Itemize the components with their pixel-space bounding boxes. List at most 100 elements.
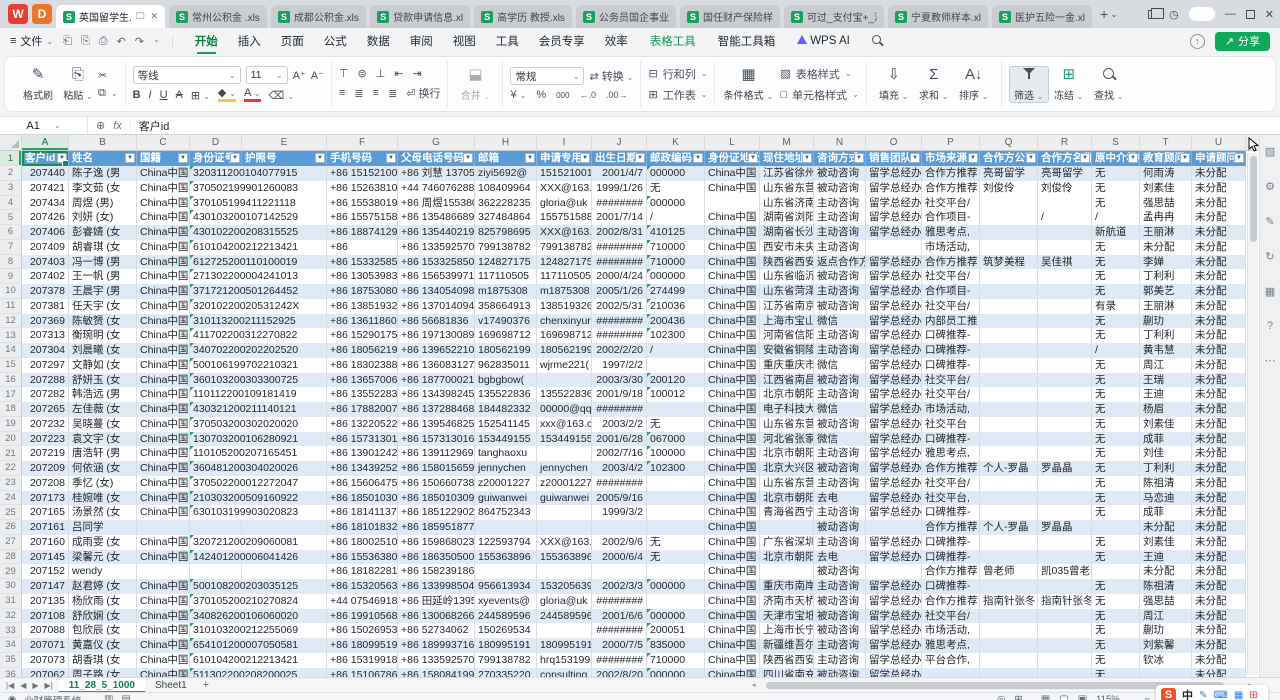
filter-dropdown-icon[interactable]: ▼ [910,153,920,163]
row-number[interactable]: 14 [0,343,22,358]
cell-S22[interactable]: 无 [1092,461,1140,476]
cell-G18[interactable]: +86 1372884680 [398,402,475,417]
header-cell-B[interactable]: 姓名▼ [69,151,137,166]
cell-R13[interactable] [1038,328,1092,343]
cell-C28[interactable]: China中国 [137,550,190,565]
cell-L10[interactable]: China中国 [705,284,760,299]
column-header-L[interactable]: L [705,135,760,150]
cell-A31[interactable]: 207135 [22,594,69,609]
cell-F11[interactable]: +86 13851932 [327,299,398,314]
undo-icon[interactable]: ↶ [117,35,126,48]
cell-N17[interactable]: 主动咨询 [814,387,866,402]
conditional-format-button[interactable]: ▦条件格式 ⌄ [722,67,774,102]
align-right-icon[interactable]: ≡ [373,87,379,99]
cell-R14[interactable] [1038,343,1092,358]
cell-Q20[interactable] [980,432,1038,447]
cell-D5[interactable]: 430103200107142529 [190,210,242,225]
cell-K15[interactable] [647,358,705,373]
header-cell-N[interactable]: 咨询方式▼ [814,151,866,166]
cell-Q33[interactable] [980,623,1038,638]
cell-H16[interactable]: bgbgbow( [475,373,537,388]
cell-I24[interactable]: guiwanwei [537,491,592,506]
cell-A15[interactable]: 207297 [22,358,69,373]
row-number[interactable]: 25 [0,505,22,520]
cell-A26[interactable]: 207161 [22,520,69,535]
cell-R33[interactable] [1038,623,1092,638]
save-icon[interactable]: ⎗ [63,35,72,48]
cell-I17[interactable]: 135522836 [537,387,592,402]
zoom-out-button[interactable]: − [1144,694,1150,700]
cell-T35[interactable]: 钦冰 [1140,653,1192,668]
cell-L28[interactable]: China中国 [705,550,760,565]
cell-I35[interactable]: hrq153199 [537,653,592,668]
cell-I13[interactable]: 169698712 [537,328,592,343]
cell-C7[interactable]: China中国 [137,240,190,255]
filter-dropdown-icon[interactable]: ▼ [1080,153,1090,163]
cell-T22[interactable]: 丁利利 [1140,461,1192,476]
cell-H33[interactable]: 150269534 [475,623,537,638]
cell-T9[interactable]: 丁利利 [1140,269,1192,284]
cell-J21[interactable]: 2002/7/16 [592,446,647,461]
cell-H24[interactable]: guiwanwei [475,491,537,506]
cell-L17[interactable]: China中国 [705,387,760,402]
cell-D30[interactable]: 500108200203035125 [190,579,242,594]
cell-H26[interactable] [475,520,537,535]
cell-M21[interactable]: 北京市朝阳 [760,446,814,461]
header-cell-K[interactable]: 邮政编码▼ [647,151,705,166]
row-number[interactable]: 9 [0,269,22,284]
cell-P26[interactable]: 合作方推荐 [922,520,980,535]
cell-B8[interactable]: 冯一博 (男 [69,255,137,270]
cell-U2[interactable]: 未分配 [1192,166,1246,181]
cell-U34[interactable]: 未分配 [1192,638,1246,653]
minimize-button[interactable]: — [1225,8,1236,20]
cell-M22[interactable]: 北京大兴区 [760,461,814,476]
cell-G23[interactable]: +86 1506607386 [398,476,475,491]
cell-C22[interactable]: China中国 [137,461,190,476]
cell-P12[interactable]: 内部员工推 [922,314,980,329]
cell-C8[interactable]: China中国 [137,255,190,270]
cell-N15[interactable]: 微信 [814,358,866,373]
filter-dropdown-icon[interactable]: ▼ [1180,153,1190,163]
cell-J4[interactable]: ######## [592,196,647,211]
cell-F6[interactable]: +86 18874129 [327,225,398,240]
cell-U4[interactable]: 未分配 [1192,196,1246,211]
cell-F12[interactable]: +86 13611860 [327,314,398,329]
cell-P33[interactable]: 市场活动, [922,623,980,638]
add-sheet-button[interactable]: + [203,679,209,691]
cell-J6[interactable]: 2002/8/31 [592,225,647,240]
fill-button[interactable]: ⇩填充 ⌄ [874,67,914,102]
cell-B27[interactable]: 成雨雯 (女 [69,535,137,550]
cell-F20[interactable]: +86 15731301 [327,432,398,447]
cell-R7[interactable] [1038,240,1092,255]
cell-L21[interactable]: China中国 [705,446,760,461]
cell-N21[interactable]: 主动咨询 [814,446,866,461]
cell-O25[interactable]: 留学总经办 [866,505,922,520]
cell-N4[interactable]: 主动咨询 [814,196,866,211]
row-number[interactable]: 4 [0,196,22,211]
menu-tab-页面[interactable]: 页面 [271,30,314,52]
row-number[interactable]: 17 [0,387,22,402]
column-header-R[interactable]: R [1038,135,1092,150]
cell-U19[interactable]: 未分配 [1192,417,1246,432]
cell-L19[interactable]: China中国 [705,417,760,432]
cell-T18[interactable]: 杨眉 [1140,402,1192,417]
freeze-button[interactable]: ⊞冻结 ⌄ [1049,67,1089,102]
cell-S35[interactable]: 无 [1092,653,1140,668]
cell-S3[interactable]: 无 [1092,181,1140,196]
cell-H11[interactable]: 358664913 [475,299,537,314]
status-tool2-icon[interactable]: ▤ [121,694,130,700]
cell-P19[interactable]: 社交平台 [922,417,980,432]
strikethrough-button[interactable]: A [176,89,183,101]
row-number[interactable]: 24 [0,491,22,506]
maximize-button[interactable] [1246,10,1255,19]
cell-L25[interactable]: China中国 [705,505,760,520]
cell-O35[interactable]: 留学总经办 [866,653,922,668]
cell-C29[interactable] [137,564,190,579]
cell-A17[interactable]: 207282 [22,387,69,402]
theme-pill-button[interactable] [1189,7,1215,21]
cell-P14[interactable]: 口碑推荐- [922,343,980,358]
cell-J23[interactable]: ######## [592,476,647,491]
cell-Q4[interactable] [980,196,1038,211]
cell-K26[interactable] [647,520,705,535]
cell-O22[interactable]: 留学总经办 [866,461,922,476]
